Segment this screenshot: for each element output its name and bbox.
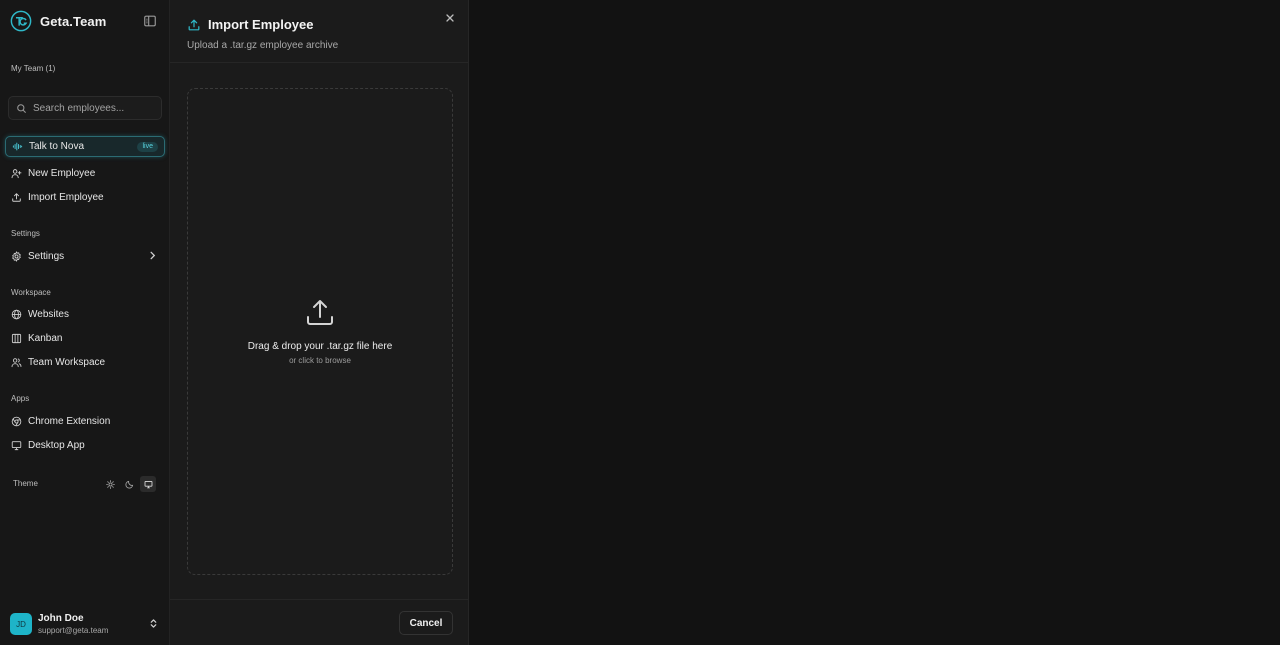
- settings-section-label: Settings: [11, 229, 40, 238]
- upload-icon: [12, 192, 21, 202]
- import-employee-button[interactable]: Import Employee: [5, 187, 165, 207]
- kanban-icon: [11, 333, 22, 343]
- new-employee-button[interactable]: New Employee: [5, 163, 165, 183]
- user-menu[interactable]: JD John Doe support@geta.team: [10, 612, 162, 636]
- workspace-section-label: Workspace: [11, 288, 51, 297]
- sidebar-item-websites[interactable]: Websites: [5, 304, 165, 324]
- file-dropzone[interactable]: Drag & drop your .tar.gz file here or cl…: [187, 88, 453, 575]
- upload-icon: [307, 300, 333, 325]
- dialog-footer: Cancel: [170, 599, 469, 645]
- close-icon[interactable]: [445, 13, 455, 23]
- theme-switcher: Theme: [13, 476, 158, 492]
- dropzone-subtitle: or click to browse: [289, 356, 351, 365]
- dialog-subtitle: Upload a .tar.gz employee archive: [187, 40, 339, 51]
- dialog-title: Import Employee: [208, 17, 314, 32]
- monitor-icon: [11, 440, 22, 450]
- talk-to-nova-button[interactable]: Talk to Nova live: [5, 136, 165, 157]
- chrome-icon: [11, 416, 22, 426]
- nav-label: New Employee: [28, 167, 96, 179]
- nav-label: Websites: [28, 308, 69, 320]
- nav-label: Team Workspace: [28, 356, 106, 368]
- sidebar-toggle-icon[interactable]: [143, 14, 157, 28]
- dialog-title-row: Import Employee: [187, 17, 313, 32]
- dialog-header: Import Employee Upload a .tar.gz employe…: [170, 0, 469, 63]
- apps-section-label: Apps: [11, 394, 30, 403]
- theme-light-button[interactable]: [102, 476, 118, 492]
- theme-system-button[interactable]: [140, 476, 156, 492]
- sidebar-item-team-workspace[interactable]: Team Workspace: [5, 352, 165, 372]
- users-icon: [11, 357, 22, 367]
- live-badge: live: [137, 142, 158, 152]
- brand-name: Geta.Team: [40, 13, 107, 29]
- user-email: support@geta.team: [38, 626, 109, 635]
- search-input[interactable]: [33, 102, 153, 114]
- sidebar-item-kanban[interactable]: Kanban: [5, 328, 165, 348]
- employee-search[interactable]: [8, 96, 162, 120]
- nav-label: Desktop App: [28, 439, 85, 451]
- chevrons-up-down-icon: [150, 619, 157, 628]
- avatar: JD: [10, 613, 32, 635]
- sidebar: Geta.Team My Team (1) Talk to Nova live …: [0, 0, 170, 645]
- chevron-right-icon: [150, 251, 156, 260]
- cancel-button[interactable]: Cancel: [399, 611, 453, 635]
- dropzone-title: Drag & drop your .tar.gz file here: [247, 341, 393, 352]
- theme-dark-button[interactable]: [121, 476, 137, 492]
- sidebar-item-desktop-app[interactable]: Desktop App: [5, 435, 165, 455]
- monitor-icon: [144, 480, 152, 488]
- nav-label: Kanban: [28, 332, 63, 344]
- search-icon: [17, 103, 26, 113]
- import-employee-dialog: Import Employee Upload a .tar.gz employe…: [170, 0, 469, 645]
- team-label: My Team (1): [11, 64, 56, 73]
- audio-waveform-icon: [12, 142, 23, 151]
- geta-logo-icon: [10, 10, 32, 32]
- user-plus-icon: [11, 168, 22, 178]
- nova-label: Talk to Nova: [29, 141, 85, 152]
- sidebar-item-chrome-extension[interactable]: Chrome Extension: [5, 411, 165, 431]
- page-backdrop: [470, 0, 1280, 645]
- gear-icon: [12, 250, 21, 262]
- theme-label: Theme: [13, 479, 38, 488]
- moon-icon: [124, 480, 133, 489]
- nav-label: Settings: [28, 250, 65, 262]
- brand[interactable]: Geta.Team: [10, 10, 106, 32]
- user-name: John Doe: [38, 613, 84, 624]
- sun-icon: [105, 479, 115, 489]
- globe-icon: [11, 309, 22, 319]
- upload-icon: [188, 19, 200, 30]
- nav-label: Chrome Extension: [28, 415, 111, 427]
- nav-label: Import Employee: [28, 191, 104, 203]
- sidebar-item-settings[interactable]: Settings: [5, 246, 165, 266]
